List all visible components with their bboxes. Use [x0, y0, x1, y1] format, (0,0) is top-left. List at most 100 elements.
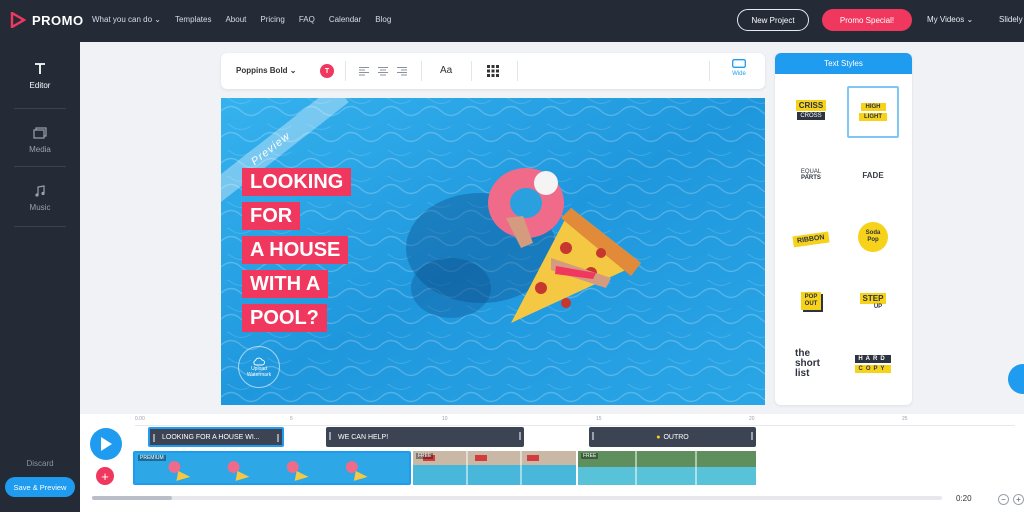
text-clip[interactable]: ● OUTRO: [589, 427, 756, 447]
style-ribbon[interactable]: RIBBON: [785, 213, 837, 265]
chat-support-button[interactable]: [1008, 364, 1024, 394]
sidebar-item-editor[interactable]: Editor: [0, 46, 80, 106]
nav-calendar[interactable]: Calendar: [329, 15, 361, 24]
text-styles-title: Text Styles: [775, 53, 912, 74]
text-icon: [35, 62, 45, 74]
star-icon: ●: [656, 433, 661, 441]
divider: [14, 226, 66, 227]
clip-label: OUTRO: [663, 433, 689, 441]
promo-special-button[interactable]: Promo Special!: [822, 9, 912, 31]
video-clip-pool[interactable]: PREMIUM: [133, 451, 411, 485]
nav-templates[interactable]: Templates: [175, 15, 211, 24]
style-criss-cross[interactable]: CRISS CROSS: [785, 84, 837, 136]
headline-line: LOOKING: [242, 168, 352, 196]
clip-label: LOOKING FOR A HOUSE WI...: [162, 433, 260, 441]
divider: [421, 61, 422, 81]
zoom-out-button[interactable]: −: [998, 494, 1009, 505]
nav-about[interactable]: About: [225, 15, 246, 24]
soda-pop-badge: Soda Pop: [858, 222, 888, 252]
sidebar-item-media[interactable]: Media: [0, 110, 80, 170]
premium-badge: PREMIUM: [138, 455, 166, 461]
align-left-icon[interactable]: [359, 66, 369, 76]
headline-line: POOL?: [242, 304, 327, 332]
font-select[interactable]: Poppins Bold ⌄: [236, 66, 297, 75]
promo-logo-icon: [10, 12, 26, 28]
divider: [14, 108, 66, 109]
upload-watermark-button[interactable]: Upload Watermark: [238, 346, 280, 388]
style-equal-parts[interactable]: EQUAL PARTS: [785, 149, 837, 201]
new-project-button[interactable]: New Project: [737, 9, 809, 31]
text-clip[interactable]: WE CAN HELP!: [326, 427, 524, 447]
nav-what-you-can-do[interactable]: What you can do ⌄: [92, 15, 161, 24]
zoom-in-button[interactable]: +: [1013, 494, 1024, 505]
chevron-down-icon: ⌄: [289, 66, 297, 75]
free-badge: FREE: [581, 453, 599, 459]
logo[interactable]: PROMO: [10, 12, 84, 28]
headline-line: A HOUSE: [242, 236, 349, 264]
text-toolbar: Poppins Bold ⌄ T Aa Wide: [221, 53, 765, 89]
chevron-down-icon: ⌄: [966, 15, 974, 24]
play-icon: [101, 437, 112, 451]
video-clip-house[interactable]: FREE: [413, 451, 576, 485]
pop-out-box: POP OUT: [800, 292, 822, 310]
nav-blog[interactable]: Blog: [375, 15, 391, 24]
video-thumbnails: [168, 461, 368, 481]
headline-line: WITH A: [242, 270, 329, 298]
add-scene-button[interactable]: +: [96, 467, 114, 485]
drag-handle-icon[interactable]: [592, 432, 594, 440]
aspect-ratio-wide-button[interactable]: Wide: [729, 59, 749, 83]
sidebar-item-label: Editor: [29, 80, 51, 90]
chevron-down-icon: ⌄: [154, 15, 161, 24]
drag-handle-icon[interactable]: [277, 434, 279, 442]
clip-label: WE CAN HELP!: [338, 433, 389, 441]
text-clip[interactable]: LOOKING FOR A HOUSE WI...: [148, 427, 284, 447]
style-pop-out[interactable]: POP OUT: [785, 275, 837, 327]
divider: [709, 61, 710, 81]
drag-handle-icon[interactable]: [329, 432, 331, 440]
timeline-scrollbar[interactable]: [92, 496, 942, 500]
cloud-upload-icon: [253, 357, 265, 365]
media-icon: [33, 126, 47, 139]
nav-pricing[interactable]: Pricing: [260, 15, 284, 24]
style-soda-pop[interactable]: Soda Pop: [847, 211, 899, 263]
discard-button[interactable]: Discard: [0, 459, 80, 468]
video-clip-garden[interactable]: FREE: [578, 451, 756, 485]
left-sidebar: Editor Media Music Discard Save & Previe…: [0, 42, 80, 512]
text-styles-panel: Text Styles CRISS CROSS HIGH LIGHT EQUAL…: [775, 53, 912, 405]
timeline-panel: 0.00 5 10 15 20 25 + LOOKING FOR A HOUSE…: [80, 414, 1024, 512]
style-fade[interactable]: FADE: [847, 149, 899, 201]
save-preview-button[interactable]: Save & Preview: [5, 477, 75, 497]
grid-layout-icon[interactable]: [487, 65, 499, 77]
top-bar: PROMO What you can do ⌄ Templates About …: [0, 0, 1024, 42]
style-highlight[interactable]: HIGH LIGHT: [847, 86, 899, 138]
divider: [517, 61, 518, 81]
drag-handle-icon[interactable]: [751, 432, 753, 440]
logo-text: PROMO: [32, 12, 84, 28]
sidebar-item-music[interactable]: Music: [0, 168, 80, 228]
free-badge: FREE: [416, 453, 434, 459]
drag-handle-icon[interactable]: [153, 434, 155, 442]
align-center-icon[interactable]: [378, 66, 388, 76]
video-thumbnails: [578, 451, 756, 485]
headline-text-block[interactable]: LOOKING FOR A HOUSE WITH A POOL?: [242, 168, 352, 332]
nav-faq[interactable]: FAQ: [299, 15, 315, 24]
play-button[interactable]: [90, 428, 122, 460]
sidebar-item-label: Music: [29, 202, 51, 212]
style-step-up[interactable]: STEP UP: [847, 275, 899, 327]
ruler-baseline: [135, 425, 1015, 426]
user-menu[interactable]: Slidely: [999, 15, 1023, 24]
text-size-button[interactable]: Aa: [440, 65, 452, 76]
main-nav: What you can do ⌄ Templates About Pricin…: [92, 15, 391, 24]
divider: [14, 166, 66, 167]
style-hard-copy[interactable]: HARD COPY: [847, 338, 899, 390]
scrollbar-thumb[interactable]: [92, 496, 172, 500]
text-color-picker[interactable]: T: [320, 64, 334, 78]
wide-label: Wide: [732, 71, 746, 77]
video-preview-canvas[interactable]: Preview LOOKING FOR A HOUSE WITH A POOL?…: [221, 98, 765, 405]
my-videos-menu[interactable]: My Videos ⌄: [927, 15, 973, 24]
drag-handle-icon[interactable]: [519, 432, 521, 440]
divider: [345, 61, 346, 81]
video-thumbnails: [413, 451, 576, 485]
style-the-short-list[interactable]: the short list: [785, 338, 837, 390]
align-right-icon[interactable]: [397, 66, 407, 76]
